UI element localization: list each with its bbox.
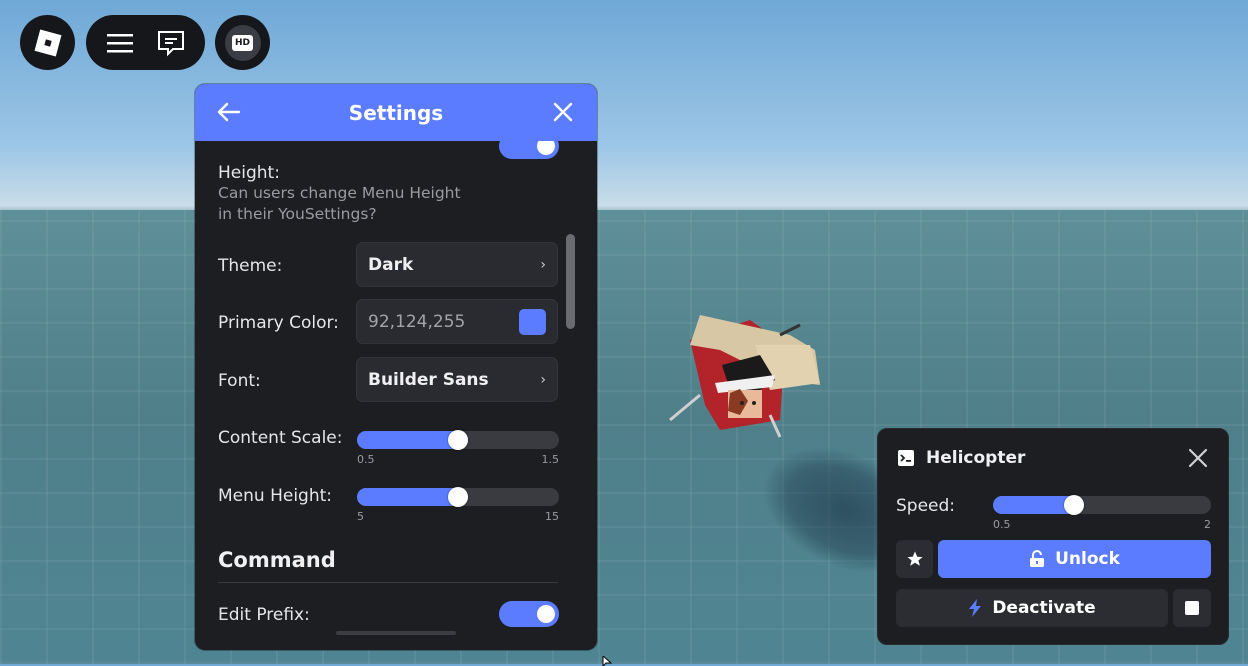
deactivate-button[interactable]: Deactivate [896,589,1168,627]
menu-height-max: 15 [545,510,559,523]
hd-icon-circle: HD [224,24,261,61]
settings-scrollbar[interactable] [566,234,575,329]
height-description-line1: Can users change Menu Height [218,184,461,202]
unlock-button[interactable]: Unlock [938,540,1211,578]
unlock-label: Unlock [1055,549,1120,569]
avatar-character [669,315,820,438]
back-arrow-icon[interactable] [215,98,243,126]
section-divider [218,582,558,583]
menu-height-slider[interactable]: 5 15 [357,487,559,523]
height-label: Height: [218,163,280,183]
edit-prefix-label: Edit Prefix: [218,605,310,625]
height-description-line2: in their YouSettings? [218,205,377,223]
content-scale-label: Content Scale: [218,428,343,448]
slider-knob[interactable] [448,430,468,450]
primary-color-label: Primary Color: [218,313,339,333]
font-select[interactable]: Builder Sans › [356,357,558,402]
slider-knob[interactable] [448,487,468,507]
chevron-right-icon: › [540,371,546,388]
hd-admin-button[interactable]: HD [215,15,270,70]
terminal-icon [898,450,914,466]
helicopter-title: Helicopter [926,448,1026,468]
mouse-cursor-icon [602,656,612,666]
speed-max: 2 [1204,518,1211,531]
edit-prefix-toggle[interactable] [499,601,559,627]
close-icon[interactable] [549,98,577,126]
chat-icon[interactable] [156,29,186,57]
speed-label: Speed: [896,496,956,516]
theme-select[interactable]: Dark › [356,242,558,287]
close-icon[interactable] [1186,446,1210,470]
helicopter-panel: Helicopter Speed: 0.5 2 Unlock Deactivat… [877,428,1229,645]
height-toggle[interactable] [499,141,559,159]
settings-title: Settings [348,100,444,125]
speed-slider[interactable]: 0.5 2 [993,495,1211,531]
primary-color-swatch[interactable] [519,308,546,335]
unlock-icon [1030,550,1045,567]
theme-value: Dark [368,254,414,275]
menu-height-min: 5 [357,510,364,523]
command-section-title: Command [218,548,336,572]
favorite-button[interactable] [896,540,933,578]
star-icon [907,551,922,566]
panel-drag-handle[interactable] [336,631,456,635]
font-label: Font: [218,371,261,391]
hd-badge: HD [231,34,253,51]
content-scale-min: 0.5 [357,453,375,466]
deactivate-label: Deactivate [992,598,1096,618]
primary-color-input[interactable]: 92,124,255 [356,299,558,344]
theme-label: Theme: [218,256,283,276]
lightning-icon [969,599,982,617]
roblox-logo-icon [34,29,61,56]
primary-color-value: 92,124,255 [368,311,466,332]
settings-header: Settings [195,84,597,141]
settings-panel: Settings Height: Can users change Menu H… [195,84,597,650]
stop-button[interactable] [1173,589,1211,627]
roblox-menu-button[interactable] [20,15,75,70]
topbar-menu-group [86,15,205,70]
content-scale-max: 1.5 [541,453,560,466]
speed-min: 0.5 [993,518,1011,531]
chevron-right-icon: › [540,256,546,273]
font-value: Builder Sans [368,369,489,390]
stop-icon [1185,601,1199,615]
slider-knob[interactable] [1064,495,1084,515]
settings-scroll-body[interactable]: Height: Can users change Menu Height in … [195,141,597,650]
menu-height-label: Menu Height: [218,486,333,506]
hamburger-icon[interactable] [105,31,135,55]
content-scale-slider[interactable]: 0.5 1.5 [357,430,559,466]
